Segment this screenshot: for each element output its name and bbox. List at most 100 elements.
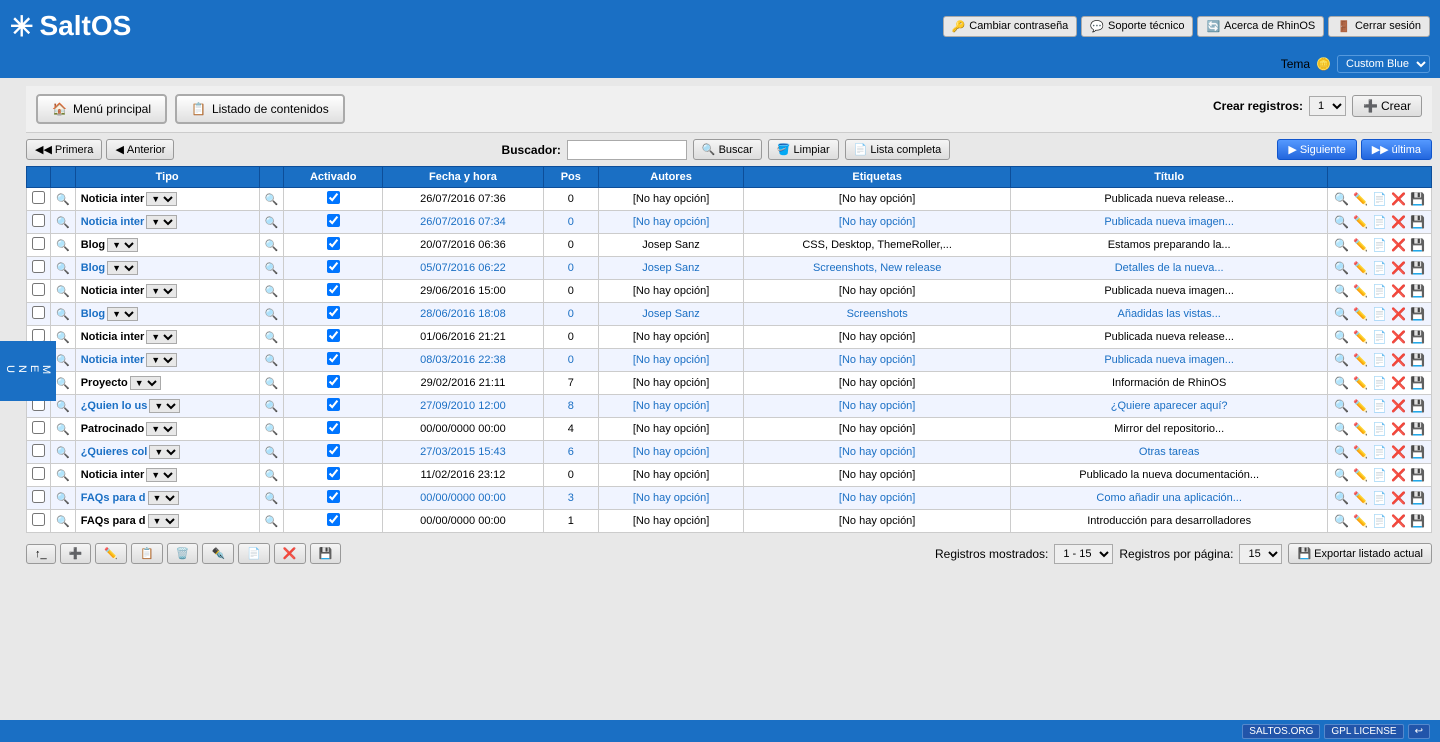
- footer-badge-back[interactable]: ↩: [1408, 724, 1430, 739]
- row-view-btn[interactable]: 🔍: [1333, 260, 1350, 276]
- row-save-btn[interactable]: 💾: [1409, 214, 1426, 230]
- row-edit-btn[interactable]: ✏️: [1352, 444, 1369, 460]
- row-save-btn[interactable]: 💾: [1409, 490, 1426, 506]
- row-edit-btn[interactable]: ✏️: [1352, 467, 1369, 483]
- row-save-btn[interactable]: 💾: [1409, 283, 1426, 299]
- row-delete-btn[interactable]: ❌: [1390, 237, 1407, 253]
- row-delete-btn[interactable]: ❌: [1390, 398, 1407, 414]
- row-activado-checkbox[interactable]: [327, 421, 340, 434]
- support-button[interactable]: 💬 Soporte técnico: [1081, 16, 1193, 37]
- save-button[interactable]: 💾: [310, 543, 342, 564]
- change-password-button[interactable]: 🔑 Cambiar contraseña: [943, 16, 1078, 37]
- row-copy-btn[interactable]: 📄: [1371, 375, 1388, 391]
- row-activado-checkbox[interactable]: [327, 398, 340, 411]
- row-view-btn[interactable]: 🔍: [1333, 352, 1350, 368]
- row-tipo-search-icon[interactable]: 🔍: [265, 470, 279, 482]
- edit-record-button[interactable]: ✏️: [95, 543, 127, 564]
- row-checkbox[interactable]: [32, 444, 45, 457]
- row-search-icon[interactable]: 🔍: [56, 516, 70, 528]
- logout-button[interactable]: 🚪 Cerrar sesión: [1328, 16, 1430, 37]
- row-copy-btn[interactable]: 📄: [1371, 444, 1388, 460]
- row-edit-btn[interactable]: ✏️: [1352, 191, 1369, 207]
- row-activado-checkbox[interactable]: [327, 306, 340, 319]
- row-delete-btn[interactable]: ❌: [1390, 375, 1407, 391]
- row-tipo-select[interactable]: ▼: [107, 261, 138, 275]
- row-search-icon[interactable]: 🔍: [56, 447, 70, 459]
- row-checkbox[interactable]: [32, 421, 45, 434]
- pencil-button[interactable]: ✒️: [202, 543, 234, 564]
- create-button[interactable]: ➕ Crear: [1352, 95, 1422, 117]
- row-delete-btn[interactable]: ❌: [1390, 191, 1407, 207]
- row-tipo-select[interactable]: ▼: [148, 514, 179, 528]
- row-copy-btn[interactable]: 📄: [1371, 329, 1388, 345]
- row-edit-btn[interactable]: ✏️: [1352, 421, 1369, 437]
- row-tipo-search-icon[interactable]: 🔍: [265, 447, 279, 459]
- row-view-btn[interactable]: 🔍: [1333, 306, 1350, 322]
- row-edit-btn[interactable]: ✏️: [1352, 237, 1369, 253]
- row-checkbox[interactable]: [32, 260, 45, 273]
- row-tipo-search-icon[interactable]: 🔍: [265, 263, 279, 275]
- search-input[interactable]: [567, 140, 687, 160]
- buscar-button[interactable]: 🔍 Buscar: [693, 139, 762, 160]
- footer-badge-gpl[interactable]: GPL LICENSE: [1324, 724, 1403, 739]
- row-delete-btn[interactable]: ❌: [1390, 467, 1407, 483]
- row-copy-btn[interactable]: 📄: [1371, 398, 1388, 414]
- row-copy-btn[interactable]: 📄: [1371, 306, 1388, 322]
- row-save-btn[interactable]: 💾: [1409, 444, 1426, 460]
- row-search-icon[interactable]: 🔍: [56, 309, 70, 321]
- row-search-icon[interactable]: 🔍: [56, 263, 70, 275]
- row-delete-btn[interactable]: ❌: [1390, 283, 1407, 299]
- row-search-icon[interactable]: 🔍: [56, 424, 70, 436]
- row-activado-checkbox[interactable]: [327, 375, 340, 388]
- row-checkbox[interactable]: [32, 191, 45, 204]
- row-save-btn[interactable]: 💾: [1409, 513, 1426, 529]
- row-save-btn[interactable]: 💾: [1409, 467, 1426, 483]
- row-tipo-select[interactable]: ▼: [146, 330, 177, 344]
- footer-badge-saltos[interactable]: SALTOS.ORG: [1242, 724, 1320, 739]
- copy-record-button[interactable]: 📋: [131, 543, 163, 564]
- row-activado-checkbox[interactable]: [327, 260, 340, 273]
- row-activado-checkbox[interactable]: [327, 490, 340, 503]
- row-delete-btn[interactable]: ❌: [1390, 329, 1407, 345]
- row-activado-checkbox[interactable]: [327, 467, 340, 480]
- row-tipo-select[interactable]: ▼: [107, 307, 138, 321]
- siguiente-button[interactable]: ▶ Siguiente: [1277, 139, 1356, 160]
- export-button[interactable]: 💾 Exportar listado actual: [1288, 543, 1432, 564]
- delete2-button[interactable]: ❌: [274, 543, 306, 564]
- row-copy-btn[interactable]: 📄: [1371, 283, 1388, 299]
- row-activado-checkbox[interactable]: [327, 444, 340, 457]
- row-view-btn[interactable]: 🔍: [1333, 398, 1350, 414]
- row-save-btn[interactable]: 💾: [1409, 260, 1426, 276]
- row-activado-checkbox[interactable]: [327, 283, 340, 296]
- row-tipo-select[interactable]: ▼: [146, 422, 177, 436]
- row-tipo-select[interactable]: ▼: [146, 192, 177, 206]
- row-activado-checkbox[interactable]: [327, 513, 340, 526]
- row-tipo-select[interactable]: ▼: [130, 376, 161, 390]
- row-tipo-select[interactable]: ▼: [148, 491, 179, 505]
- row-tipo-search-icon[interactable]: 🔍: [265, 332, 279, 344]
- row-edit-btn[interactable]: ✏️: [1352, 329, 1369, 345]
- row-tipo-select[interactable]: ▼: [146, 284, 177, 298]
- row-search-icon[interactable]: 🔍: [56, 401, 70, 413]
- row-checkbox[interactable]: [32, 214, 45, 227]
- row-tipo-search-icon[interactable]: 🔍: [265, 309, 279, 321]
- limpiar-button[interactable]: 🪣 Limpiar: [768, 139, 839, 160]
- row-tipo-search-icon[interactable]: 🔍: [265, 401, 279, 413]
- row-view-btn[interactable]: 🔍: [1333, 214, 1350, 230]
- row-save-btn[interactable]: 💾: [1409, 375, 1426, 391]
- row-view-btn[interactable]: 🔍: [1333, 329, 1350, 345]
- row-tipo-select[interactable]: ▼: [146, 215, 177, 229]
- row-copy-btn[interactable]: 📄: [1371, 260, 1388, 276]
- row-search-icon[interactable]: 🔍: [56, 194, 70, 206]
- reg-mostrados-select[interactable]: 1 - 15: [1054, 544, 1113, 564]
- row-delete-btn[interactable]: ❌: [1390, 352, 1407, 368]
- row-checkbox[interactable]: [32, 306, 45, 319]
- row-save-btn[interactable]: 💾: [1409, 421, 1426, 437]
- about-button[interactable]: 🔄 Acerca de RhinOS: [1197, 16, 1324, 37]
- row-save-btn[interactable]: 💾: [1409, 237, 1426, 253]
- row-checkbox[interactable]: [32, 513, 45, 526]
- row-delete-btn[interactable]: ❌: [1390, 306, 1407, 322]
- row-activado-checkbox[interactable]: [327, 214, 340, 227]
- row-save-btn[interactable]: 💾: [1409, 191, 1426, 207]
- row-edit-btn[interactable]: ✏️: [1352, 375, 1369, 391]
